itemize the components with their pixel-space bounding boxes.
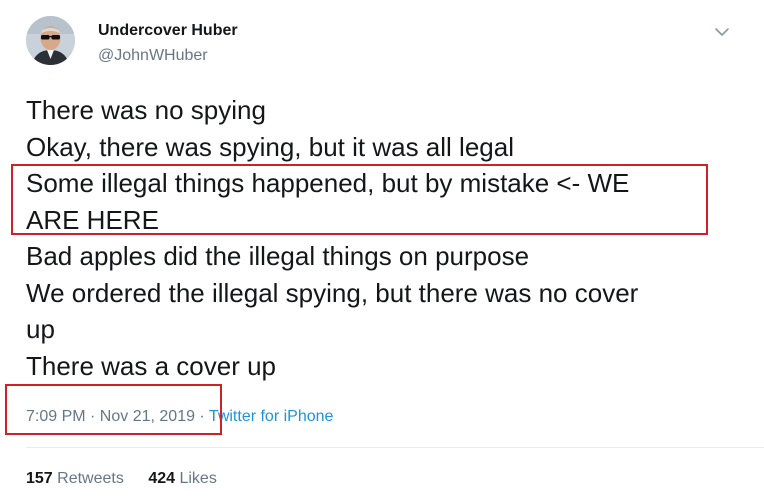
user-handle[interactable]: @JohnWHuber (98, 47, 208, 65)
retweets-label: Retweets (57, 470, 124, 487)
likes-label: Likes (179, 470, 217, 487)
tweet-line: There was a cover up (26, 350, 277, 381)
tweet-line: Okay, there was spying, but it was all l… (26, 131, 514, 162)
tweet-line: up (26, 314, 55, 344)
tweet-source-link[interactable]: Twitter for iPhone (209, 408, 334, 425)
tweet-stats: 157 Retweets 424 Likes (26, 470, 237, 488)
tweet-line: Bad apples did the illegal things on pur… (26, 241, 530, 271)
retweets-stat[interactable]: 157 Retweets (26, 470, 124, 487)
timestamp-annotation-box (5, 384, 222, 435)
retweets-count: 157 (26, 470, 53, 487)
avatar[interactable] (26, 16, 75, 65)
highlight-annotation-box (11, 164, 708, 235)
likes-stat[interactable]: 424 Likes (148, 470, 217, 487)
tweet-card: Undercover Huber @JohnWHuber There was n… (0, 0, 764, 500)
chevron-down-icon[interactable] (712, 22, 732, 42)
divider (26, 447, 764, 448)
tweet-text: There was no spying Okay, there was spyi… (26, 92, 716, 384)
tweet-line: We ordered the illegal spying, but there… (26, 277, 639, 308)
tweet-line: There was no spying (26, 95, 266, 125)
display-name[interactable]: Undercover Huber (98, 22, 238, 40)
likes-count: 424 (148, 470, 176, 487)
